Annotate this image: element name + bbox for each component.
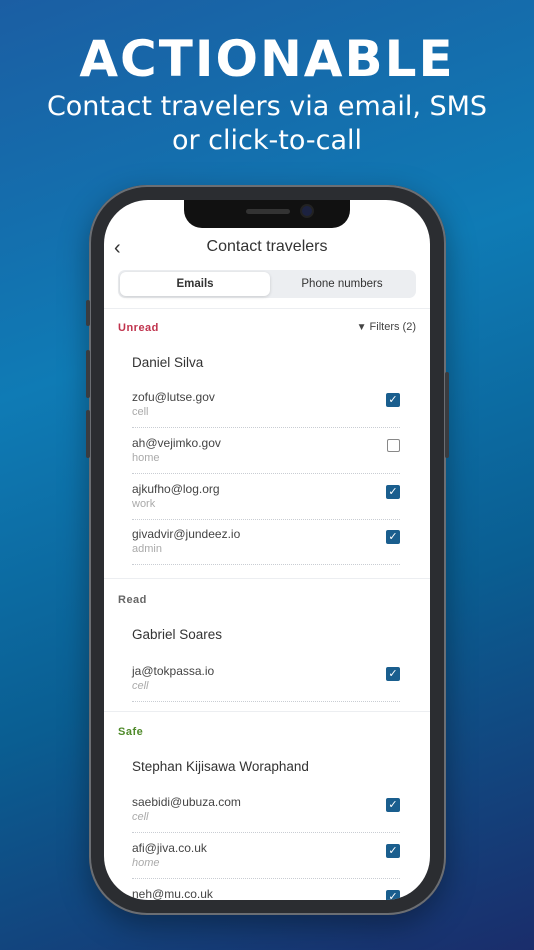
contact-email: zofu@lutse.gov [132,390,215,404]
phone-side-button [86,300,90,326]
filters-label: Filters (2) [369,321,416,333]
segmented-control: Emails Phone numbers [118,270,416,298]
contact-type: cell [132,680,149,692]
contact-row[interactable]: ja@tokpassa.io cell ✓ [132,661,400,702]
contact-row[interactable]: ajkufho@log.org work ✓ [132,479,400,520]
contact-type: admin [132,543,162,555]
contact-email: ajkufho@log.org [132,482,220,496]
contact-type: work [132,498,156,510]
contact-type: home [132,857,160,869]
checkbox-checked[interactable]: ✓ [386,485,400,499]
contact-row[interactable]: ah@vejimko.gov home [132,433,400,474]
filter-icon: ▼ [356,322,367,333]
section-label-safe: Safe [118,726,144,738]
filters-button[interactable]: ▼ Filters (2) [357,321,416,333]
speaker-grille [246,209,290,214]
phone-volume-up [86,350,90,398]
front-camera [302,206,312,216]
contact-row[interactable]: neh@mu.co.uk ✓ [132,884,400,900]
checkbox-checked[interactable]: ✓ [386,798,400,812]
contact-type: home [132,452,160,464]
promo-subheadline-line-1: Contact travelers via email, SMS [46,91,488,122]
divider [104,578,430,579]
checkbox-checked[interactable]: ✓ [386,844,400,858]
page-title: Contact travelers [206,238,328,255]
phone-notch [184,200,350,228]
phone-volume-down [86,410,90,458]
checkbox-checked[interactable]: ✓ [386,530,400,544]
divider [104,711,430,712]
contact-email: ja@tokpassa.io [132,664,215,678]
section-label-unread: Unread [118,322,159,334]
contact-row[interactable]: saebidi@ubuza.com cell ✓ [132,792,400,833]
checkbox-unchecked[interactable] [387,439,400,452]
contact-email: givadvir@jundeez.io [132,527,241,541]
contact-email: afi@jiva.co.uk [132,841,207,855]
traveler-name: Stephan Kijisawa Woraphand [132,759,309,774]
promo-subheadline-line-2: or click-to-call [171,125,362,156]
contact-row[interactable]: givadvir@jundeez.io admin ✓ [132,524,400,565]
section-label-read: Read [118,594,147,606]
contact-type: cell [132,811,149,823]
checkbox-checked[interactable]: ✓ [386,890,400,900]
phone-power-button [445,372,449,458]
promo-subheadline: Contact travelers via email, SMS or clic… [0,90,534,158]
contact-email: ah@vejimko.gov [132,436,221,450]
phone-screen: ‹ Contact travelers Emails Phone numbers… [104,200,430,900]
contact-email: neh@mu.co.uk [132,887,213,900]
contact-row[interactable]: zofu@lutse.gov cell ✓ [132,387,400,428]
contact-row[interactable]: afi@jiva.co.uk home ✓ [132,838,400,879]
checkbox-checked[interactable]: ✓ [386,393,400,407]
traveler-name: Gabriel Soares [132,627,223,642]
tab-phone-numbers[interactable]: Phone numbers [270,272,414,296]
promo-headline: ACTIONABLE [79,30,455,88]
checkbox-checked[interactable]: ✓ [386,667,400,681]
tab-emails[interactable]: Emails [120,272,270,296]
contact-email: saebidi@ubuza.com [132,795,241,809]
traveler-name: Daniel Silva [132,355,204,370]
contact-type: cell [132,406,149,418]
divider [104,308,430,309]
